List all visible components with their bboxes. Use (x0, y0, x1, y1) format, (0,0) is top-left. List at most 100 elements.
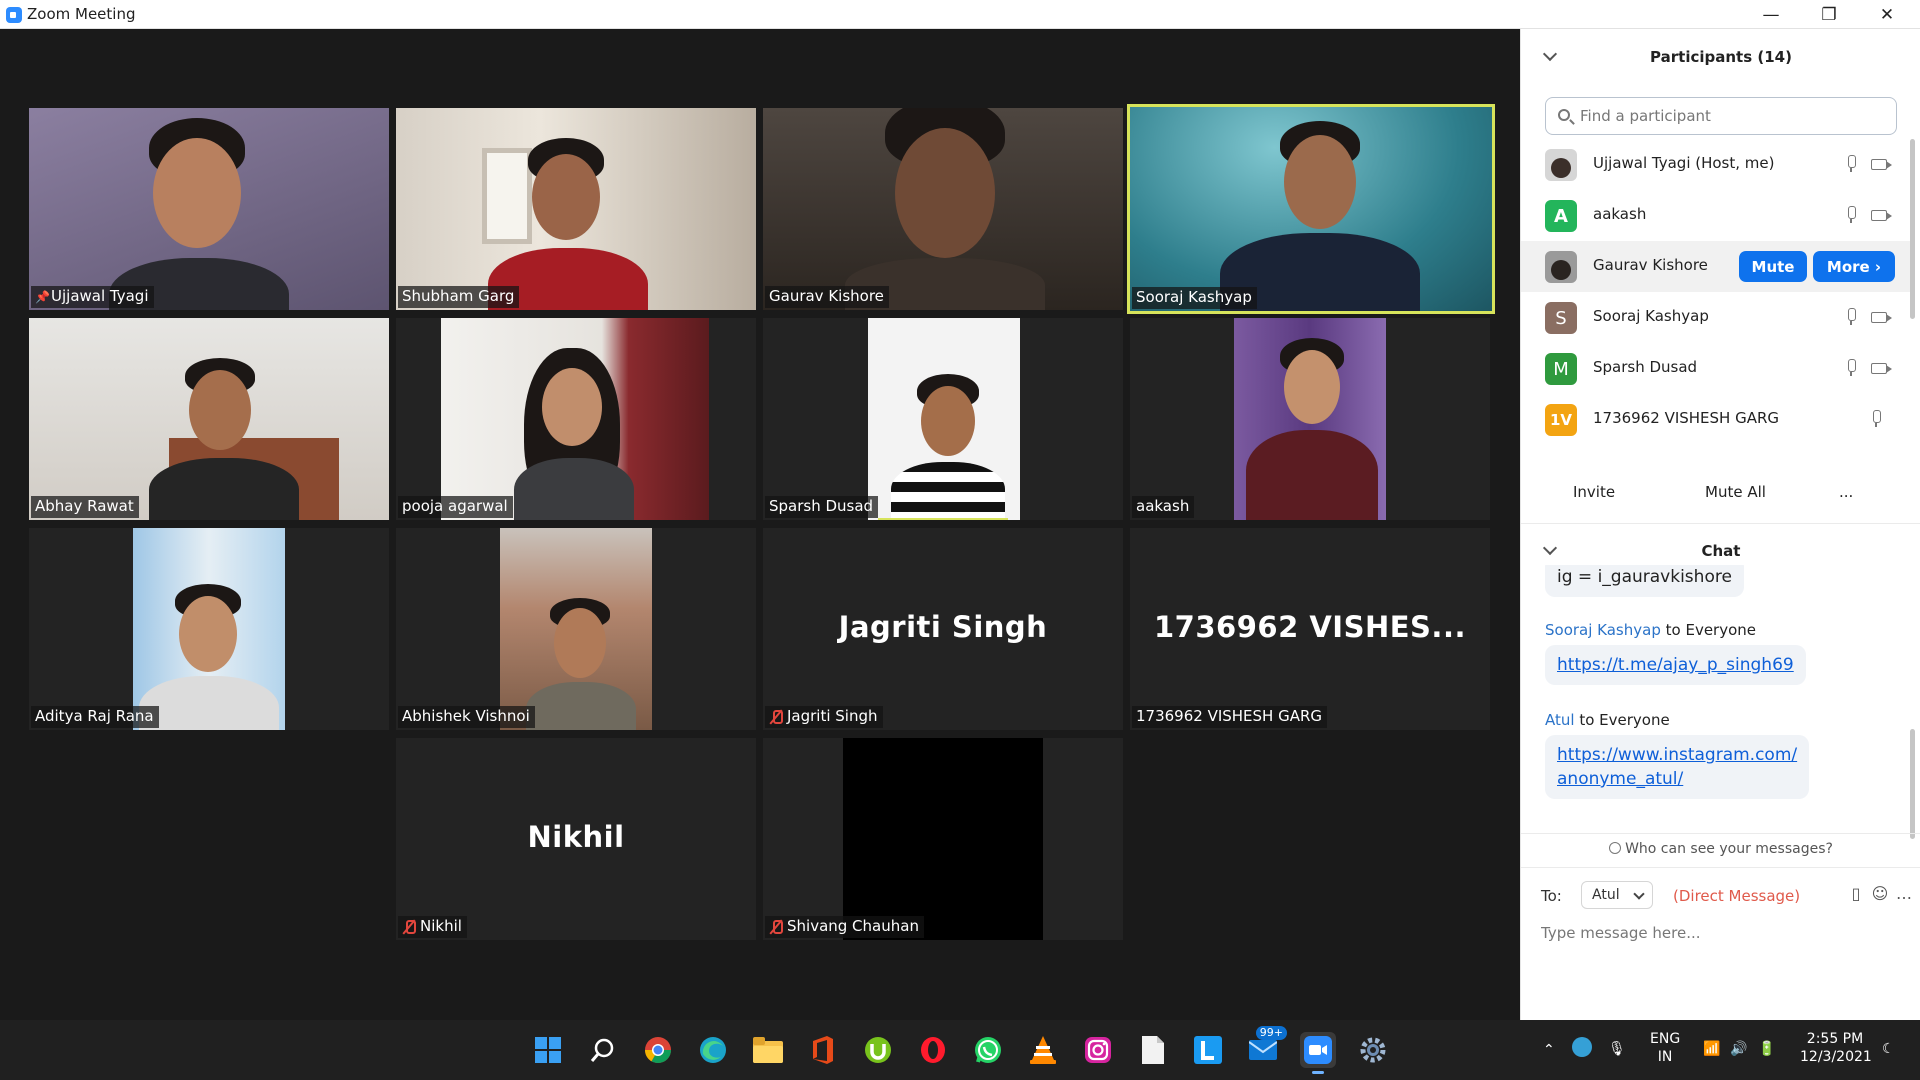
participant-row[interactable]: Gaurav Kishore Mute More › (1521, 241, 1913, 292)
wifi-icon[interactable]: 📶 (1703, 1040, 1720, 1058)
video-tile-abhay[interactable]: Abhay Rawat (29, 318, 389, 520)
mail-icon[interactable]: 99+ (1245, 1026, 1287, 1068)
video-tile-sparsh[interactable]: Sparsh Dusad (763, 318, 1123, 520)
video-tile-gaurav[interactable]: Gaurav Kishore (763, 108, 1123, 310)
nametag: Sparsh Dusad (765, 496, 879, 518)
minimize-button[interactable]: — (1742, 0, 1800, 29)
nametag: Nikhil (398, 916, 467, 938)
video-tile-shivang[interactable]: Shivang Chauhan (763, 738, 1123, 940)
emoji-icon[interactable]: ☺ (1871, 885, 1889, 903)
side-panel: Participants (14) Ujjawal Tyagi (Host, m… (1520, 29, 1920, 1020)
search-icon[interactable] (585, 1032, 621, 1068)
opera-icon[interactable] (915, 1032, 951, 1068)
chat-link-message[interactable]: https://www.instagram.com/ anonyme_atul/ (1545, 735, 1810, 799)
restore-button[interactable]: ❐ (1800, 0, 1858, 29)
edge-icon[interactable] (695, 1032, 731, 1068)
whatsapp-icon[interactable] (970, 1032, 1006, 1068)
video-camera-icon[interactable] (1871, 210, 1887, 221)
window-background (482, 148, 532, 244)
date-text: 12/3/2021 (1800, 1049, 1872, 1065)
participant-name: pooja agarwal (402, 497, 508, 515)
video-tile-pooja[interactable]: pooja agarwal (396, 318, 756, 520)
video-tile-shubham[interactable]: Shubham Garg (396, 108, 756, 310)
time-text: 2:55 PM (1806, 1031, 1864, 1047)
sender-name[interactable]: Atul (1545, 711, 1575, 729)
mute-all-button[interactable]: Mute All (1693, 476, 1778, 508)
link-line[interactable]: anonyme_atul/ (1557, 767, 1797, 791)
recipient-select[interactable]: Atul (1581, 881, 1653, 909)
mic-icon[interactable] (1846, 359, 1856, 377)
lens-icon[interactable] (1190, 1032, 1226, 1068)
utorrent-icon[interactable] (860, 1032, 896, 1068)
microphone-icon[interactable]: 🎙 (1608, 1040, 1626, 1058)
more-options-icon[interactable]: … (1895, 885, 1913, 903)
sender-name[interactable]: Sooraj Kashyap (1545, 621, 1661, 639)
more-options-button[interactable]: ... (1829, 476, 1864, 508)
participant-name: Shivang Chauhan (787, 917, 919, 935)
instagram-icon[interactable] (1080, 1032, 1116, 1068)
participants-scrollbar[interactable] (1910, 139, 1915, 319)
participant-row[interactable]: Ujjawal Tyagi (Host, me) (1521, 139, 1913, 190)
video-tile-aditya[interactable]: Aditya Raj Rana (29, 528, 389, 730)
video-tile-vishesh[interactable]: 1736962 VISHES... 1736962 VISHESH GARG (1130, 528, 1490, 730)
onedrive-status-icon[interactable] (1572, 1037, 1592, 1057)
volume-icon[interactable]: 🔊 (1730, 1040, 1747, 1058)
participant-display-name: 1736962 VISHES... (1154, 610, 1466, 644)
chat-sender: Sooraj Kashyap to Everyone (1545, 621, 1756, 639)
mute-button[interactable]: Mute (1739, 251, 1807, 282)
video-tile-abhishek[interactable]: Abhishek Vishnoi (396, 528, 756, 730)
vlc-icon[interactable] (1025, 1032, 1061, 1068)
nametag: Sooraj Kashyap (1132, 287, 1257, 309)
mic-icon[interactable] (1846, 206, 1856, 224)
video-tile-nikhil[interactable]: Nikhil Nikhil (396, 738, 756, 940)
zoom-icon[interactable] (1300, 1032, 1336, 1074)
settings-icon[interactable] (1355, 1032, 1391, 1068)
close-button[interactable]: ✕ (1858, 0, 1916, 29)
windows-start-icon[interactable] (530, 1032, 566, 1068)
chat-scrollbar[interactable] (1910, 729, 1915, 839)
video-tile-aakash[interactable]: aakash (1130, 318, 1490, 520)
file-icon[interactable]: ▯ (1847, 885, 1865, 903)
participant-search[interactable] (1545, 97, 1897, 135)
collapse-chevron-icon[interactable] (1542, 46, 1558, 62)
video-camera-icon[interactable] (1871, 312, 1887, 323)
participant-name: 1736962 VISHESH GARG (1136, 707, 1323, 725)
invite-button[interactable]: Invite (1561, 476, 1628, 508)
video-tile-jagriti[interactable]: Jagriti Singh Jagriti Singh (763, 528, 1123, 730)
battery-icon[interactable]: 🔋 (1758, 1040, 1775, 1058)
video-camera-icon[interactable] (1871, 159, 1887, 170)
search-icon (1558, 109, 1570, 121)
clock[interactable]: 2:55 PM 12/3/2021 (1800, 1030, 1872, 1066)
pin-icon: 📌 (35, 289, 50, 304)
participant-row[interactable]: A aakash (1521, 190, 1913, 241)
collapse-chevron-icon[interactable] (1542, 540, 1558, 556)
video-camera-icon[interactable] (1871, 363, 1887, 374)
chrome-icon[interactable] (640, 1032, 676, 1068)
participant-row[interactable]: S Sooraj Kashyap (1521, 292, 1913, 343)
video-tile-ujjawal[interactable]: 📌 Ujjawal Tyagi (29, 108, 389, 310)
participant-row[interactable]: M Sparsh Dusad (1521, 343, 1913, 394)
notification-center-icon[interactable]: ☾ (1882, 1040, 1895, 1058)
chat-link-message[interactable]: https://t.me/ajay_p_singh69 (1545, 645, 1806, 685)
video-tile-sooraj-active-speaker[interactable]: Sooraj Kashyap (1127, 104, 1495, 314)
office-icon[interactable] (805, 1032, 841, 1068)
participant-row[interactable]: 1V 1736962 VISHESH GARG (1521, 394, 1913, 445)
participant-name: Sparsh Dusad (769, 497, 874, 515)
more-button[interactable]: More › (1813, 251, 1895, 282)
nametag: Shivang Chauhan (765, 916, 924, 938)
participant-name: Gaurav Kishore (1593, 256, 1708, 274)
chevron-up-icon[interactable]: ⌃ (1543, 1041, 1555, 1059)
language-indicator[interactable]: ENG IN (1650, 1030, 1680, 1066)
nametag: Gaurav Kishore (765, 286, 889, 308)
mic-icon[interactable] (1871, 410, 1881, 428)
chat-title: Chat (1701, 542, 1741, 560)
mic-icon[interactable] (1846, 308, 1856, 326)
notepad-icon[interactable] (1135, 1032, 1171, 1068)
link-line[interactable]: https://www.instagram.com/ (1557, 743, 1797, 767)
chat-message-input[interactable] (1541, 921, 1901, 945)
who-can-see-link[interactable]: Who can see your messages? (1521, 841, 1920, 857)
mic-icon[interactable] (1846, 155, 1856, 173)
avatar: 1V (1545, 404, 1577, 436)
participant-search-input[interactable] (1580, 104, 1880, 128)
file-explorer-icon[interactable] (750, 1032, 786, 1068)
